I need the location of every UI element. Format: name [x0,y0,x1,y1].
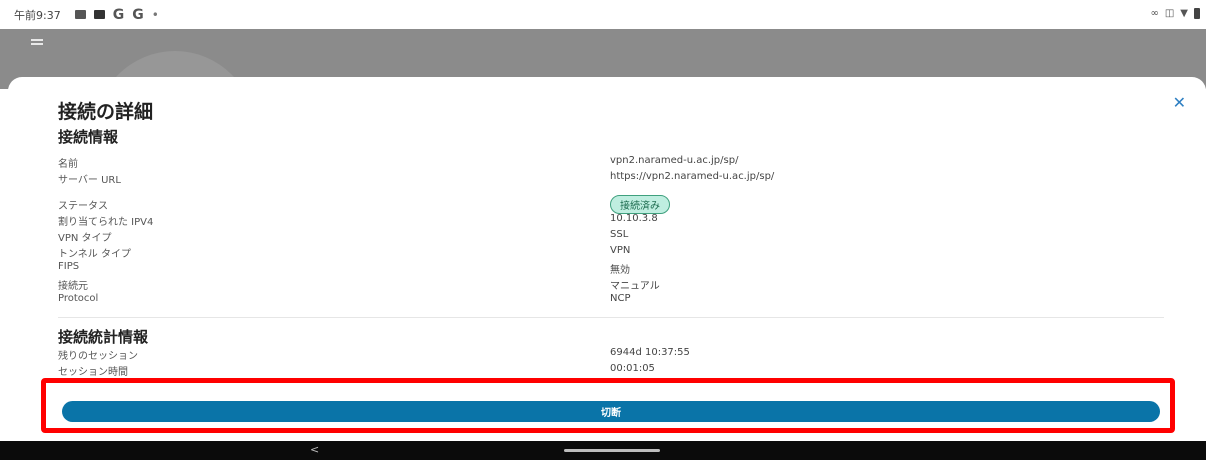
close-icon[interactable]: ✕ [1173,93,1186,112]
status-badge: 接続済み [610,195,670,214]
home-handle[interactable] [564,449,660,452]
protocol-value: NCP [610,293,631,304]
dot-icon: • [151,7,159,22]
ipv4-value: 10.10.3.8 [610,213,658,224]
section-divider [58,317,1164,318]
vpn-type-label: VPN タイプ [58,233,112,244]
battery-icon [1194,8,1200,19]
notification-icons: G G • [74,6,159,23]
google-icon: G [132,6,144,23]
image-icon [74,10,86,19]
protocol-label: Protocol [58,293,99,304]
system-icons: ∞ ◫ ▼ [1150,8,1200,19]
page-title: 接続の詳細 [58,101,154,123]
back-icon[interactable]: < [310,443,319,456]
square-icon [93,10,105,19]
tunnel-type-label: トンネル タイプ [58,249,131,260]
disconnect-button[interactable]: 切断 [62,401,1160,422]
fips-value: 無効 [610,265,630,276]
name-value: vpn2.naramed-u.ac.jp/sp/ [610,155,739,166]
connection-info-heading: 接続情報 [58,128,119,146]
link-icon: ∞ [1150,8,1159,19]
vpn-type-value: SSL [610,229,629,240]
vibrate-icon: ◫ [1164,8,1175,19]
source-label: 接続元 [58,281,88,292]
session-time-value: 00:01:05 [610,363,655,374]
hamburger-menu-icon[interactable] [31,39,43,47]
wifi-icon: ▼ [1180,8,1188,19]
status-time: 午前9:37 [14,8,61,22]
navigation-bar: < [0,441,1206,460]
tunnel-type-value: VPN [610,245,631,256]
google-icon: G [112,6,125,23]
name-label: 名前 [58,159,78,170]
status-bar: 午前9:37 G G • ∞ ◫ ▼ [0,0,1206,29]
remaining-session-value: 6944d 10:37:55 [610,347,690,358]
ipv4-label: 割り当てられた IPV4 [58,217,154,228]
session-time-label: セッション時間 [58,367,128,378]
stats-heading: 接続統計情報 [58,328,149,346]
remaining-session-label: 残りのセッション [58,351,138,362]
fips-label: FIPS [58,261,80,272]
server-url-value: https://vpn2.naramed-u.ac.jp/sp/ [610,171,775,182]
status-label: ステータス [58,201,108,212]
source-value: マニュアル [610,281,660,292]
server-url-label: サーバー URL [58,175,121,186]
